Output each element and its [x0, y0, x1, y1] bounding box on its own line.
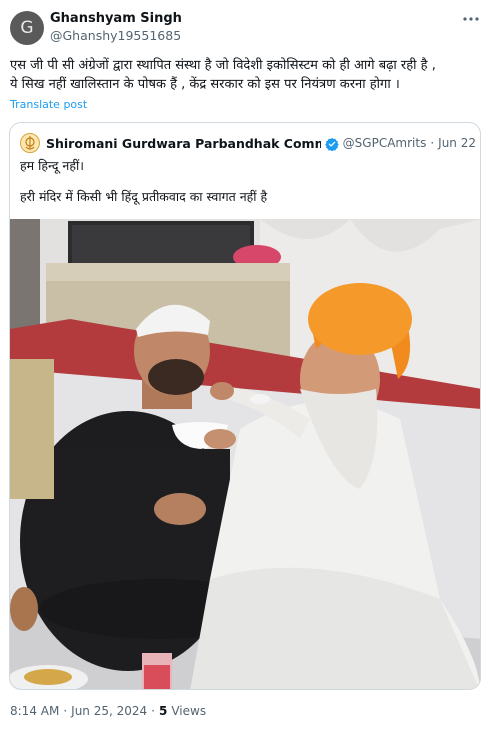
avatar-letter: G: [20, 18, 34, 38]
author-avatar[interactable]: G: [10, 11, 44, 45]
quoted-post-text-line: हम हिन्दू नहीं।: [20, 158, 84, 173]
post-card: G Ghanshyam Singh @Ghanshy19551685 एस जी…: [0, 0, 494, 734]
post-time[interactable]: 8:14 AM: [10, 704, 59, 718]
post-text: एस जी पी सी अंग्रेजों द्वारा स्थापित संस…: [10, 56, 486, 94]
quoted-post-text-line: हरी मंदिर में किसी भी हिंदू प्रतीकवाद का…: [20, 189, 268, 204]
quoted-author-name[interactable]: Shiromani Gurdwara Parbandhak Committee …: [46, 136, 321, 151]
views-label: Views: [171, 704, 207, 718]
verified-badge-icon: [324, 136, 339, 152]
more-horizontal-icon[interactable]: [462, 10, 480, 28]
post-date[interactable]: Jun 25, 2024: [71, 704, 147, 718]
quoted-post-header: Shiromani Gurdwara Parbandhak Committee …: [20, 133, 476, 153]
views-count: 5: [159, 704, 168, 718]
quoted-author-handle[interactable]: @SGPCAmrits: [343, 136, 427, 150]
quoted-post[interactable]: Shiromani Gurdwara Parbandhak Committee …: [9, 122, 481, 690]
quoted-post-photo[interactable]: [10, 219, 480, 689]
separator-dot: ·: [430, 136, 435, 150]
photo-illustration: [10, 219, 480, 689]
quoted-author-avatar[interactable]: [20, 133, 40, 153]
author-handle[interactable]: @Ghanshy19551685: [50, 28, 181, 43]
separator-dot: ·: [63, 704, 68, 718]
translate-post-link[interactable]: Translate post: [10, 98, 87, 111]
post-text-line: एस जी पी सी अंग्रेजों द्वारा स्थापित संस…: [10, 58, 436, 73]
post-text-line: ये सिख नहीं खालिस्तान के पोषक हैं , केंद…: [10, 77, 400, 92]
separator-dot: ·: [151, 704, 155, 718]
post-meta: 8:14 AM · Jun 25, 2024 · 5 Views: [10, 704, 206, 718]
author-name[interactable]: Ghanshyam Singh: [50, 11, 182, 26]
quoted-post-date[interactable]: Jun 22: [438, 136, 476, 150]
